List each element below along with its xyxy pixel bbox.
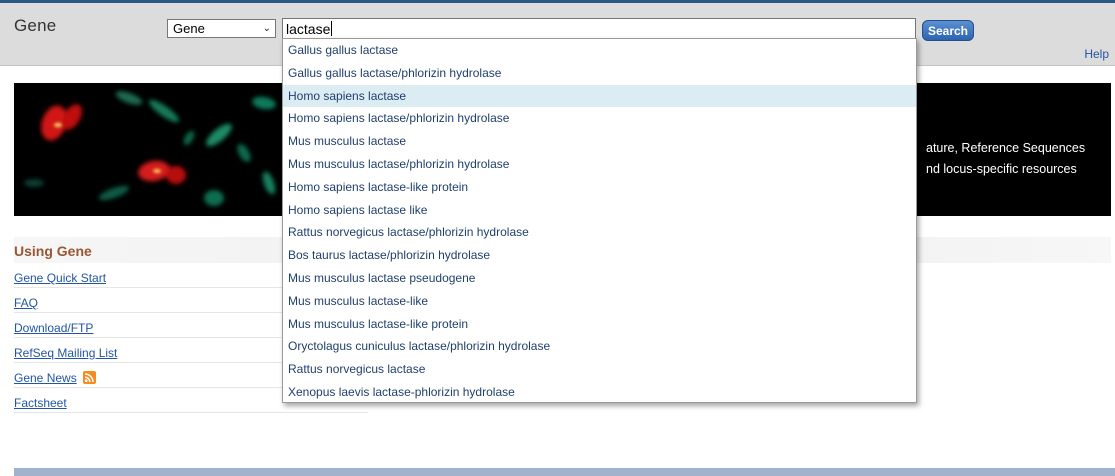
suggestion-item[interactable]: Rattus norvegicus lactase [283,358,916,381]
suggestion-item[interactable]: Mus musculus lactase/phlorizin hydrolase [283,153,916,176]
footer-bar [14,468,1115,476]
autocomplete-dropdown: Gallus gallus lactase Gallus gallus lact… [282,38,917,403]
search-input[interactable]: lactase [282,18,916,40]
suggestion-item[interactable]: Rattus norvegicus lactase/phlorizin hydr… [283,221,916,244]
suggestion-item-highlighted[interactable]: Homo sapiens lactase [283,84,916,108]
banner-text-line-1: ature, Reference Sequences [926,141,1086,155]
page: Gene Gene ⌄ lactase Search Help ature, R… [0,0,1115,476]
faq-link[interactable]: FAQ [14,296,38,310]
search-button[interactable]: Search [922,20,974,41]
database-name: Gene [14,16,57,35]
suggestion-item[interactable]: Mus musculus lactase-like protein [283,313,916,336]
suggestion-item[interactable]: Xenopus laevis lactase-phlorizin hydrola… [283,381,916,404]
factsheet-link[interactable]: Factsheet [14,396,67,410]
rss-icon[interactable] [83,371,97,384]
banner-text-line-2: nd locus-specific resources [926,162,1077,176]
suggestion-item[interactable]: Mus musculus lactase [283,130,916,153]
search-input-value: lactase [286,21,331,37]
database-select-value: Gene [173,21,205,36]
suggestion-item[interactable]: Gallus gallus lactase/phlorizin hydrolas… [283,62,916,85]
gene-news-link[interactable]: Gene News [14,371,77,385]
suggestion-item[interactable]: Bos taurus lactase/phlorizin hydrolase [283,244,916,267]
suggestion-item[interactable]: Mus musculus lactase-like [283,290,916,313]
text-caret [331,21,333,36]
help-link[interactable]: Help [1084,47,1109,61]
suggestion-item[interactable]: Oryctolagus cuniculus lactase/phlorizin … [283,335,916,358]
suggestion-item[interactable]: Mus musculus lactase pseudogene [283,267,916,290]
chevron-down-icon: ⌄ [262,23,271,34]
refseq-mailing-list-link[interactable]: RefSeq Mailing List [14,346,117,360]
banner-text: ature, Reference Sequences nd locus-spec… [926,138,1085,180]
suggestion-item[interactable]: Homo sapiens lactase-like protein [283,176,916,199]
suggestion-item[interactable]: Homo sapiens lactase like [283,199,916,222]
download-ftp-link[interactable]: Download/FTP [14,321,93,335]
gene-quick-start-link[interactable]: Gene Quick Start [14,271,106,285]
suggestion-item[interactable]: Gallus gallus lactase [283,39,916,62]
suggestion-item[interactable]: Homo sapiens lactase/phlorizin hydrolase [283,107,916,130]
database-select[interactable]: Gene ⌄ [167,19,276,38]
